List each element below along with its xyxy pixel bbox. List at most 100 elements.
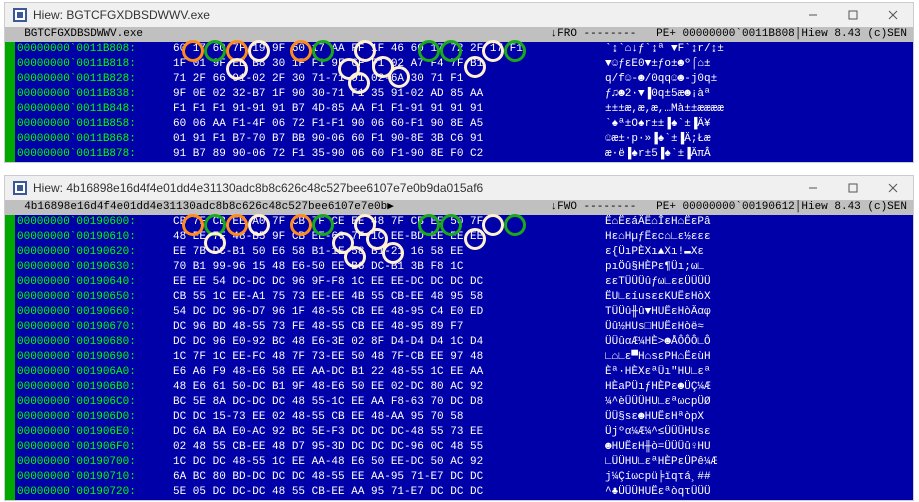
address-cell: 00000000`001906F0: <box>15 440 173 455</box>
bytes-cell: 01 91 F1 B7-70 B7 BB 90-06 60 F1 90-8E 3… <box>173 132 605 147</box>
hex-row: 00000000`0011B868:01 91 F1 B7-70 B7 BB 9… <box>5 132 913 147</box>
ascii-cell: j¼Çíωcpü╞ïqτá¸## <box>605 470 715 485</box>
address-cell: 00000000`00190660: <box>15 305 173 320</box>
hex-row: 00000000`00190720:5E 05 DC DC-DC 48 55 C… <box>5 485 913 500</box>
titlebar-1[interactable]: Hiew: BGTCFGXDBSDWWV.exe <box>5 3 913 27</box>
address-cell: 00000000`0011B838: <box>15 87 173 102</box>
address-cell: 00000000`00190630: <box>15 260 173 275</box>
header-right: ↓FWO -------- PE+ 00000000`00190612│Hiew… <box>551 200 907 215</box>
bytes-cell: 91 B7 89 90-06 72 F1 35-90 06 60 F1-90 8… <box>173 147 605 162</box>
ascii-cell: Üû½HUs□HUËεHòë≈ <box>605 320 708 335</box>
bytes-cell: 48 EE 7F 48-B5 9F CB EE-63 7F 1C EE-BD E… <box>173 230 605 245</box>
bytes-cell: DC DC 15-73 EE 02 48-55 CB EE 48-AA 95 7… <box>173 410 605 425</box>
hex-viewport-1[interactable]: 00000000`0011B808:60 17 60 7F 19 9F 60 1… <box>5 42 913 162</box>
address-cell: 00000000`00190610: <box>15 230 173 245</box>
bytes-cell: 70 B1 99-96 15 48 E6-50 EE B6 DC-B1 3B F… <box>173 260 605 275</box>
ascii-cell: ▼☺ƒεE0▼±ƒo±☻º⌠⌂± <box>605 57 715 72</box>
bytes-cell: F1 F1 F1 91-91 91 B7 4D-85 AA F1 F1-91 9… <box>173 102 605 117</box>
address-cell: 00000000`00190620: <box>15 245 173 260</box>
address-cell: 00000000`0011B808: <box>15 42 173 57</box>
address-cell: 00000000`0011B878: <box>15 147 173 162</box>
header-line-1: BGTCFGXDBSDWWV.exe ↓FRO -------- PE+ 000… <box>5 27 913 42</box>
address-cell: 00000000`00190650: <box>15 290 173 305</box>
bytes-cell: 60 17 60 7F 19 9F 60 17 AA FF 1F 46 60 1… <box>173 42 605 57</box>
ascii-cell: q/f☺-☻/0qq☺☻-j0q± <box>605 72 721 87</box>
ascii-cell: æ·ë▐♠r±5▐♠`±▐ÄπÂ <box>605 147 715 162</box>
window-title-2: Hiew: 4b16898e16d4f4e01dd4e31130adc8b8c6… <box>33 181 483 195</box>
hex-row: 00000000`0011B808:60 17 60 7F 19 9F 60 1… <box>5 42 913 57</box>
close-button[interactable] <box>873 176 913 200</box>
hex-row: 00000000`00190610:48 EE 7F 48-B5 9F CB E… <box>5 230 913 245</box>
bytes-cell: CB 7F CB EE A0 7F CB 7F CE EE 48 7F CB E… <box>173 215 605 230</box>
bytes-cell: 48 E6 61 50-DC B1 9F 48-E6 50 EE 02-DC 8… <box>173 380 605 395</box>
hex-row: 00000000`001906F0:02 48 55 CB-EE 48 D7 9… <box>5 440 913 455</box>
ascii-cell: ƒ♫☻2·▼▐0q±5æ☻¡àª <box>605 87 715 102</box>
ascii-cell: `♠ª±O♠r±±▐♠`±▐Ä¥ <box>605 117 715 132</box>
address-cell: 00000000`001906B0: <box>15 380 173 395</box>
minimize-button[interactable] <box>793 176 833 200</box>
hex-row: 00000000`00190660:54 DC DC 96-D7 96 1F 4… <box>5 305 913 320</box>
hex-row: 00000000`001906D0:DC DC 15-73 EE 02 48-5… <box>5 410 913 425</box>
ascii-cell: Ë⌂ËεáÄË⌂ÎεH⌂ËεPâ <box>605 215 715 230</box>
hex-window-1: Hiew: BGTCFGXDBSDWWV.exe BGTCFGXDBSDWWV.… <box>4 2 914 163</box>
bytes-cell: 1C 7F 1C EE-FC 48 7F 73-EE 50 48 7F-CB E… <box>173 350 605 365</box>
bytes-cell: DC DC 96 E0-92 BC 48 E6-3E 02 8F D4-D4 D… <box>173 335 605 350</box>
hex-row: 00000000`00190650:CB 55 1C EE-A1 75 73 E… <box>5 290 913 305</box>
ascii-cell: Hε⌂HµƒËεc⌂∟ε½εεε <box>605 230 715 245</box>
ascii-cell: `↨`⌂↓ƒ`↨ª ▼F`↨r/↨± <box>605 42 728 57</box>
hex-row: 00000000`001906B0:48 E6 61 50-DC B1 9F 4… <box>5 380 913 395</box>
hex-row: 00000000`0011B838:9F 0E 02 32-B7 1F 90 3… <box>5 87 913 102</box>
bytes-cell: 6A BC 80 BD-DC DC DC 48-55 EE AA-95 71-E… <box>173 470 605 485</box>
address-cell: 00000000`00190690: <box>15 350 173 365</box>
close-button[interactable] <box>873 3 913 27</box>
bytes-cell: DC 6A BA E0-AC 92 BC 5E-F3 DC DC DC-48 5… <box>173 425 605 440</box>
address-cell: 00000000`001906E0: <box>15 425 173 440</box>
ascii-cell: pıÖû§HÈPε¶Üı;ω∟ <box>605 260 708 275</box>
address-cell: 00000000`001906D0: <box>15 410 173 425</box>
address-cell: 00000000`00190680: <box>15 335 173 350</box>
hex-row: 00000000`00190640:EE EE 54 DC-DC DC 96 9… <box>5 275 913 290</box>
ascii-cell: Üjºα¼Æ¼^≤ÜÜÜHUsε <box>605 425 715 440</box>
bytes-cell: BC 5E 8A DC-DC DC 48 55-1C EE AA F8-63 7… <box>173 395 605 410</box>
hex-row: 00000000`0011B818:1F 01 9F EE B8 30 1F F… <box>5 57 913 72</box>
ascii-cell: ±±±æ,æ,æ,…Mà±±ææææ <box>605 102 728 117</box>
bytes-cell: E6 A6 F9 48-E6 58 EE AA-DC B1 22 48-55 1… <box>173 365 605 380</box>
hex-row: 00000000`00190690:1C 7F 1C EE-FC 48 7F 7… <box>5 350 913 365</box>
bytes-cell: 9F 0E 02 32-B7 1F 90 30-71 F1 35 91-02 A… <box>173 87 605 102</box>
address-cell: 00000000`001906A0: <box>15 365 173 380</box>
address-cell: 00000000`00190710: <box>15 470 173 485</box>
minimize-button[interactable] <box>793 3 833 27</box>
header-right: ↓FRO -------- PE+ 00000000`0011B808│Hiew… <box>551 27 907 42</box>
titlebar-2[interactable]: Hiew: 4b16898e16d4f4e01dd4e31130adc8b8c6… <box>5 176 913 200</box>
bytes-cell: 60 06 AA F1-4F 06 72 F1-F1 90 06 60-F1 9… <box>173 117 605 132</box>
window-controls-1 <box>793 3 913 27</box>
hex-row: 00000000`00190700:1C DC DC 48-55 1C EE A… <box>5 455 913 470</box>
hex-row: 00000000`0011B878:91 B7 89 90-06 72 F1 3… <box>5 147 913 162</box>
ascii-cell: εεTÜÜÜûƒω∟εεÜÜÜÜ <box>605 275 715 290</box>
bytes-cell: EE EE 54 DC-DC DC 96 9F-F8 1C EE EE-DC D… <box>173 275 605 290</box>
hex-viewport-2[interactable]: 00000000`00190600:CB 7F CB EE A0 7F CB 7… <box>5 215 913 500</box>
ascii-cell: HÈaPÜıƒHÈPε☻ÜÇ¼Æ <box>605 380 715 395</box>
bytes-cell: 71 2F 66 91-02 2F 30 71-71 01 02-6A 30 7… <box>173 72 605 87</box>
maximize-button[interactable] <box>833 3 873 27</box>
hex-row: 00000000`00190620:EE 7B DC-B1 50 E6 58 B… <box>5 245 913 260</box>
address-cell: 00000000`00190600: <box>15 215 173 230</box>
address-cell: 00000000`0011B828: <box>15 72 173 87</box>
address-cell: 00000000`00190640: <box>15 275 173 290</box>
address-cell: 00000000`0011B868: <box>15 132 173 147</box>
maximize-button[interactable] <box>833 176 873 200</box>
app-icon <box>13 8 27 22</box>
bytes-cell: EE 7B DC-B1 50 E6 58 B1-1E 58 B1-21 16 5… <box>173 245 605 260</box>
ascii-cell: ¼^èÜÜÜHU∟εªωcpÜØ <box>605 395 715 410</box>
filename-label: BGTCFGXDBSDWWV.exe <box>11 27 143 42</box>
hex-row: 00000000`00190710:6A BC 80 BD-DC DC DC 4… <box>5 470 913 485</box>
hex-row: 00000000`00190680:DC DC 96 E0-92 BC 48 E… <box>5 335 913 350</box>
ascii-cell: ∟⌂∟ε▀H⌂sεPH⌂ËεùH <box>605 350 715 365</box>
ascii-cell: Èª∙HÈXεªÜı"HU∟εª <box>605 365 715 380</box>
address-cell: 00000000`0011B818: <box>15 57 173 72</box>
window-title-1: Hiew: BGTCFGXDBSDWWV.exe <box>33 8 210 22</box>
bytes-cell: 02 48 55 CB-EE 48 D7 95-3D DC DC DC-96 0… <box>173 440 605 455</box>
address-cell: 00000000`00190670: <box>15 320 173 335</box>
ascii-cell: ÜÜûαÆ¼HÈ>☻ÅÔÔÔ∟Ô <box>605 335 715 350</box>
filename-label: 4b16898e16d4f4e01dd4e31130adc8b8c626c48c… <box>11 200 394 215</box>
